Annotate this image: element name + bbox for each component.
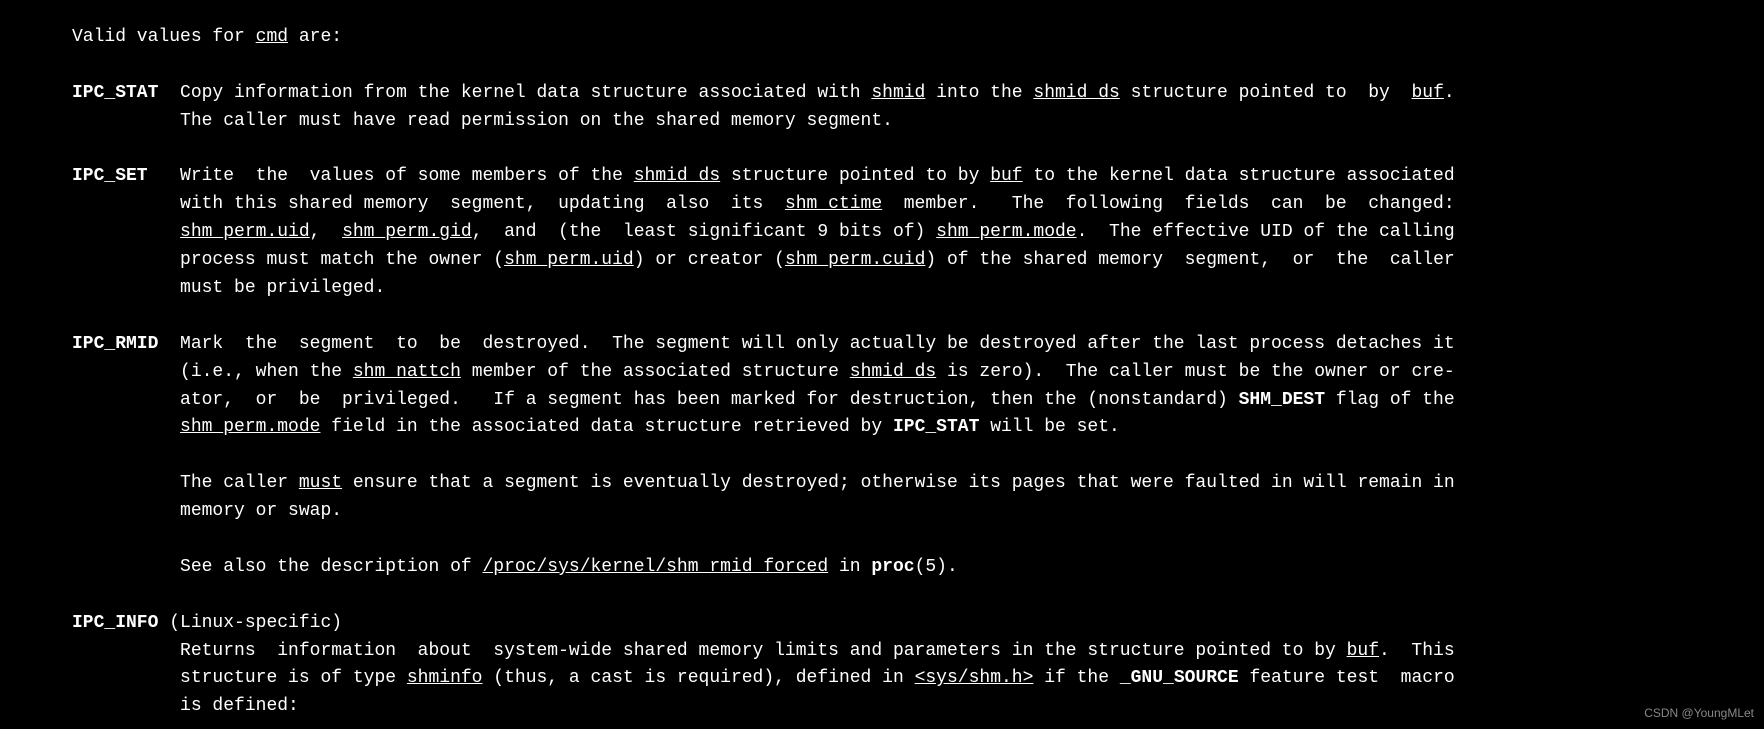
ipc-info-l2d: feature test macro xyxy=(1239,668,1455,688)
ipc-rmid-shm-dest: SHM_DEST xyxy=(1239,390,1325,410)
watermark: CSDN @YoungMLet xyxy=(1644,704,1754,723)
ipc-info-l2a: structure is of type xyxy=(180,668,407,688)
ipc-stat-text3: structure pointed to by xyxy=(1120,83,1412,103)
ipc-stat-shmid: shmid xyxy=(871,83,925,103)
ipc-rmid-l2b: member of the associated structure xyxy=(461,362,850,382)
ipc-rmid-p3c: (5). xyxy=(915,557,958,577)
ipc-set-buf: buf xyxy=(990,166,1022,186)
ipc-rmid-p3a: See also the description of xyxy=(180,557,482,577)
ipc-info-shminfo: shminfo xyxy=(407,668,483,688)
ipc-set-sep1: , xyxy=(310,222,342,242)
ipc-rmid-ipc-stat: IPC_STAT xyxy=(893,417,979,437)
ipc-rmid-shmid-ds: shmid_ds xyxy=(850,362,936,382)
ipc-stat-text2: into the xyxy=(925,83,1033,103)
ipc-set-sep2: , and (the least significant 9 bits of) xyxy=(472,222,936,242)
ipc-stat-tag: IPC_STAT xyxy=(72,83,158,103)
intro-suffix: are: xyxy=(288,27,342,47)
ipc-set-ctime: shm_ctime xyxy=(785,194,882,214)
ipc-set-gid: shm_perm.gid xyxy=(342,222,472,242)
ipc-set-l2a: with this shared memory segment, updatin… xyxy=(180,194,785,214)
ipc-info-header: <sys/shm.h> xyxy=(915,668,1034,688)
ipc-set-cuid: shm_perm.cuid xyxy=(785,250,925,270)
ipc-set-t1: Write the values of some members of the xyxy=(180,166,634,186)
ipc-stat-text: Copy information from the kernel data st… xyxy=(180,83,871,103)
ipc-set-l5: must be privileged. xyxy=(180,278,385,298)
ipc-set-t3: to the kernel data structure associated xyxy=(1023,166,1455,186)
ipc-info-l2b: (thus, a cast is required), defined in xyxy=(483,668,915,688)
ipc-set-t2: structure pointed to by xyxy=(720,166,990,186)
ipc-info-l1b: . This xyxy=(1379,641,1455,661)
ipc-info-l3: is defined: xyxy=(180,696,299,716)
ipc-rmid-p2a: The caller xyxy=(180,473,299,493)
ipc-set-tag: IPC_SET xyxy=(72,166,148,186)
ipc-info-tag: IPC_INFO xyxy=(72,613,158,633)
ipc-rmid-must: must xyxy=(299,473,342,493)
ipc-stat-line2: The caller must have read permission on … xyxy=(180,111,893,131)
ipc-rmid-p2c: memory or swap. xyxy=(180,501,342,521)
ipc-set-l4c: ) of the shared memory segment, or the c… xyxy=(925,250,1454,270)
ipc-rmid-p2b: ensure that a segment is eventually dest… xyxy=(342,473,1455,493)
ipc-rmid-p3b: in xyxy=(828,557,871,577)
ipc-info-l1a: Returns information about system-wide sh… xyxy=(180,641,1347,661)
ipc-rmid-l4b: field in the associated data structure r… xyxy=(320,417,893,437)
ipc-set-shmid-ds: shmid_ds xyxy=(634,166,720,186)
ipc-rmid-proc: proc xyxy=(871,557,914,577)
intro-cmd: cmd xyxy=(256,27,288,47)
ipc-rmid-l3a: ator, or be privileged. If a segment has… xyxy=(180,390,1239,410)
ipc-stat-buf: buf xyxy=(1411,83,1443,103)
ipc-rmid-t1: Mark the segment to be destroyed. The se… xyxy=(180,334,1455,354)
ipc-rmid-l2c: is zero). The caller must be the owner o… xyxy=(936,362,1454,382)
ipc-rmid-proc-path: /proc/sys/kernel/shm_rmid_forced xyxy=(482,557,828,577)
ipc-info-buf: buf xyxy=(1347,641,1379,661)
ipc-rmid-nattch: shm_nattch xyxy=(353,362,461,382)
ipc-rmid-l2a: (i.e., when the xyxy=(180,362,353,382)
manpage-content: Valid values for cmd are: IPC_STAT Copy … xyxy=(0,0,1764,729)
ipc-info-l2c: if the xyxy=(1033,668,1119,688)
ipc-set-uid: shm_perm.uid xyxy=(180,222,310,242)
ipc-info-gnu: _GNU_SOURCE xyxy=(1120,668,1239,688)
ipc-set-mode: shm_perm.mode xyxy=(936,222,1076,242)
ipc-rmid-l3b: flag of the xyxy=(1325,390,1455,410)
ipc-rmid-mode: shm_perm.mode xyxy=(180,417,320,437)
intro-prefix: Valid values for xyxy=(72,27,256,47)
ipc-stat-text4: . xyxy=(1444,83,1455,103)
ipc-set-l2b: member. The following fields can be chan… xyxy=(882,194,1455,214)
ipc-rmid-l4c: will be set. xyxy=(979,417,1119,437)
ipc-info-linux: (Linux-specific) xyxy=(158,613,342,633)
ipc-set-l4b: ) or creator ( xyxy=(634,250,785,270)
ipc-set-uid2: shm_perm.uid xyxy=(504,250,634,270)
ipc-set-l3b: . The effective UID of the calling xyxy=(1077,222,1455,242)
ipc-rmid-tag: IPC_RMID xyxy=(72,334,158,354)
ipc-stat-shmid-ds: shmid_ds xyxy=(1033,83,1119,103)
ipc-set-l4a: process must match the owner ( xyxy=(180,250,504,270)
